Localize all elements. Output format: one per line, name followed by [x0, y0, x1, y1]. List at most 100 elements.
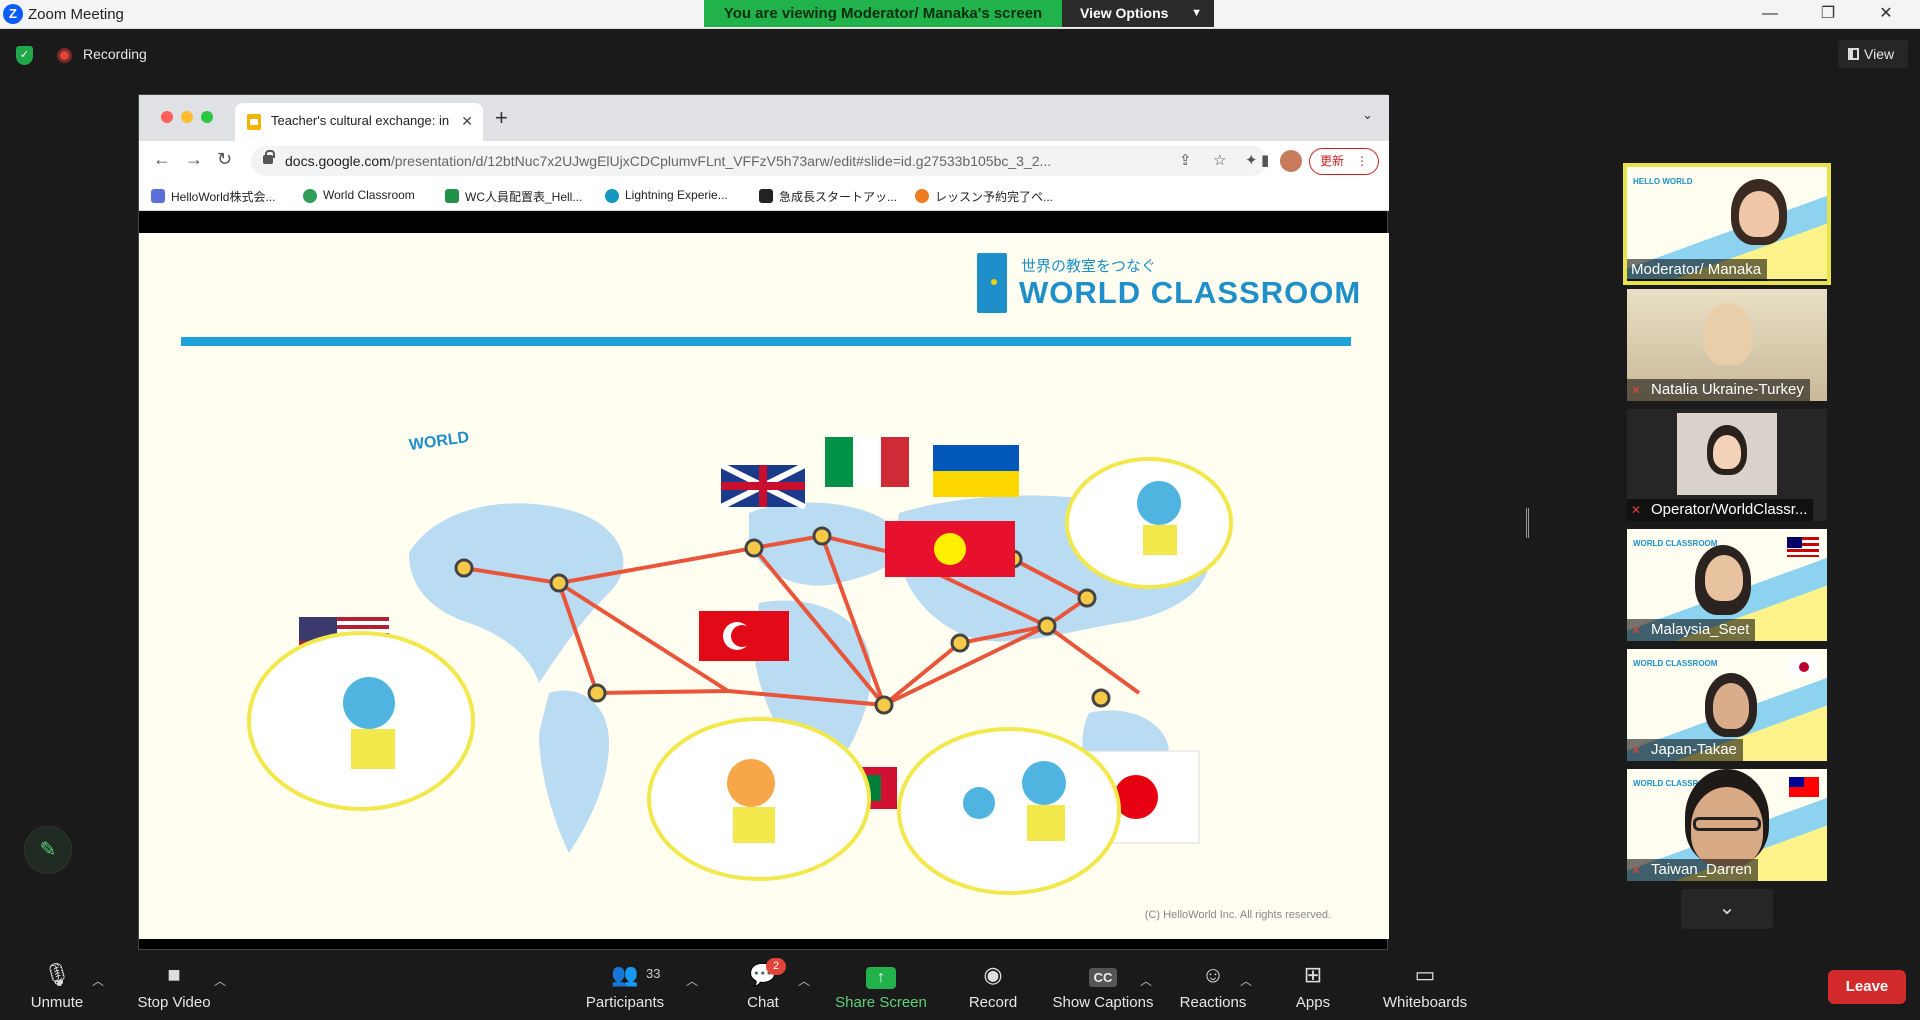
share-page-icon[interactable]: ⇪ — [1179, 151, 1192, 169]
ukraine-flag — [933, 445, 1019, 471]
recording-label[interactable]: Recording — [83, 46, 147, 62]
annotate-pencil-icon[interactable]: ✎ — [24, 826, 72, 874]
captions-options-caret[interactable]: ︿ — [1140, 972, 1152, 989]
update-button[interactable]: 更新 ⋮ — [1309, 148, 1379, 175]
bookmark-item[interactable]: 急成長スタートアッ... — [759, 188, 897, 205]
reactions-label: Reactions — [1179, 994, 1247, 1011]
bubble-top-right — [1065, 457, 1233, 589]
video-tile-moderator[interactable]: HELLO WORLD Moderator/ Manaka — [1623, 163, 1831, 285]
reload-icon[interactable]: ↻ — [217, 149, 232, 170]
participant-name: ✕ Natalia Ukraine-Turkey — [1627, 379, 1810, 401]
participants-options-caret[interactable]: ︿ — [686, 972, 698, 989]
world-map-illustration — [247, 437, 1233, 895]
chevron-down-icon: ▼ — [1191, 7, 1202, 19]
stop-video-button[interactable]: ■ Stop Video — [119, 960, 229, 1011]
panel-resize-handle[interactable] — [1526, 508, 1529, 538]
participants-button[interactable]: 👥 Participants — [570, 960, 680, 1011]
participant-face — [1705, 555, 1743, 601]
mic-muted-icon: ✕ — [1631, 743, 1642, 757]
share-screen-label: Share Screen — [835, 994, 927, 1011]
glasses-icon — [1693, 817, 1761, 831]
presentation-slide: 世界の教室をつなぐ WORLD CLASSROOM WORLD (C) Hell… — [139, 233, 1389, 939]
whiteboard-icon: ▭ — [1414, 962, 1436, 987]
minimize-window-icon[interactable] — [181, 111, 193, 123]
record-button[interactable]: ◉ Record — [938, 960, 1048, 1011]
participant-name: ✕ Malaysia_Seet — [1627, 619, 1756, 641]
participant-name-text: Malaysia_Seet — [1651, 621, 1750, 638]
video-options-caret[interactable]: ︿ — [214, 972, 226, 989]
video-tile[interactable]: WORLD CLASSROOM ✕ Malaysia_Seet — [1627, 529, 1827, 641]
address-bar[interactable]: docs.google.com/presentation/d/12btNuc7x… — [251, 146, 1267, 176]
back-icon[interactable]: ← — [153, 149, 171, 170]
participant-name-text: Japan-Takae — [1651, 741, 1737, 758]
zoom-window-icon[interactable] — [201, 111, 213, 123]
tab-title: Teacher's cultural exchange: in — [271, 113, 450, 128]
logo-name: WORLD CLASSROOM — [1019, 275, 1362, 310]
view-button[interactable]: View — [1838, 40, 1908, 68]
audio-options-caret[interactable]: ︿ — [92, 972, 104, 989]
zoom-meeting-window: Z Zoom Meeting You are viewing Moderator… — [0, 0, 1920, 1020]
bookmark-star-icon[interactable]: ☆ — [1213, 151, 1226, 169]
video-tile[interactable]: WORLD CLASSROOM ✕ Taiwan_Darren — [1627, 769, 1827, 881]
apps-button[interactable]: ⊞ Apps — [1258, 960, 1368, 1011]
video-tile[interactable]: WORLD CLASSROOM ✕ Japan-Takae — [1627, 649, 1827, 761]
participant-name-text: Operator/WorldClassr... — [1651, 501, 1808, 518]
profile-avatar[interactable] — [1280, 150, 1302, 172]
browser-tab-strip: Teacher's cultural exchange: in ✕ + ⌄ — [139, 95, 1389, 141]
participants-count: 33 — [646, 966, 661, 981]
mic-muted-icon: ✕ — [1631, 503, 1642, 517]
bookmark-favicon-icon — [445, 189, 459, 203]
bookmark-favicon-icon — [915, 189, 929, 203]
apps-grid-icon: ⊞ — [1303, 962, 1323, 987]
participant-face — [1713, 683, 1749, 729]
reactions-options-caret[interactable]: ︿ — [1240, 972, 1252, 989]
bookmark-item[interactable]: レッスン予約完了ペ... — [915, 188, 1053, 205]
new-tab-icon[interactable]: + — [495, 105, 508, 131]
title-bar: Z Zoom Meeting You are viewing Moderator… — [0, 0, 1920, 29]
south-america-shape — [539, 690, 609, 853]
mic-muted-icon: ✕ — [1631, 623, 1642, 637]
leave-button[interactable]: Leave — [1828, 970, 1906, 1004]
bookmark-item[interactable]: World Classroom — [303, 188, 415, 203]
url-path: /presentation/d/12btNuc7x2UJwgElUjxCDCpl… — [390, 153, 1052, 169]
apps-label: Apps — [1295, 994, 1331, 1011]
participant-face — [1739, 191, 1779, 237]
tab-search-icon[interactable]: ⌄ — [1362, 107, 1373, 123]
chat-options-caret[interactable]: ︿ — [798, 972, 810, 989]
extensions-icon[interactable]: ✦ — [1245, 151, 1258, 169]
bookmark-label: レッスン予約完了ペ... — [935, 190, 1054, 204]
restore-button[interactable]: ❐ — [1800, 0, 1856, 28]
security-shield-icon[interactable]: ✓ — [16, 46, 33, 65]
world-classroom-logo-icon — [977, 253, 1007, 313]
view-options-button[interactable]: View Options ▼ — [1062, 0, 1214, 27]
bookmark-item[interactable]: WC人員配置表_Hell... — [445, 188, 582, 205]
share-screen-icon: ↑ — [866, 967, 896, 989]
participant-name: ✕ Japan-Takae — [1627, 739, 1743, 761]
whiteboards-label: Whiteboards — [1382, 994, 1468, 1011]
side-panel-icon[interactable]: ▮ — [1261, 151, 1269, 169]
close-button[interactable]: ✕ — [1858, 0, 1914, 28]
close-window-icon[interactable] — [161, 111, 173, 123]
gallery-scroll-down-button[interactable]: ⌄ — [1681, 889, 1773, 929]
recording-icon[interactable] — [57, 48, 72, 63]
minimize-button[interactable]: — — [1742, 0, 1798, 28]
forward-icon[interactable]: → — [185, 149, 203, 170]
share-screen-button[interactable]: ↑ Share Screen — [826, 960, 936, 1011]
bookmark-item[interactable]: HelloWorld株式会... — [151, 188, 275, 205]
whiteboards-button[interactable]: ▭ Whiteboards — [1370, 960, 1480, 1011]
video-tile[interactable]: ✕ Natalia Ukraine-Turkey — [1627, 289, 1827, 401]
tab-close-icon[interactable]: ✕ — [461, 103, 473, 139]
slide-divider — [181, 337, 1351, 346]
window-title: Zoom Meeting — [28, 6, 124, 23]
bookmark-favicon-icon — [605, 189, 619, 203]
url-domain: docs.google.com — [285, 153, 391, 169]
browser-tab[interactable]: Teacher's cultural exchange: in ✕ — [235, 103, 483, 141]
video-tile[interactable]: ✕ Operator/WorldClassr... — [1627, 409, 1827, 521]
bookmarks-bar: HelloWorld株式会... World Classroom WC人員配置表… — [139, 181, 1389, 211]
participant-name-text: Taiwan_Darren — [1651, 861, 1752, 878]
bookmark-item[interactable]: Lightning Experie... — [605, 188, 728, 203]
background-logo-text: WORLD CLASSROOM — [1633, 539, 1718, 548]
show-captions-label: Show Captions — [1052, 994, 1154, 1011]
stop-video-label: Stop Video — [137, 994, 211, 1011]
participant-name: Moderator/ Manaka — [1627, 259, 1768, 281]
